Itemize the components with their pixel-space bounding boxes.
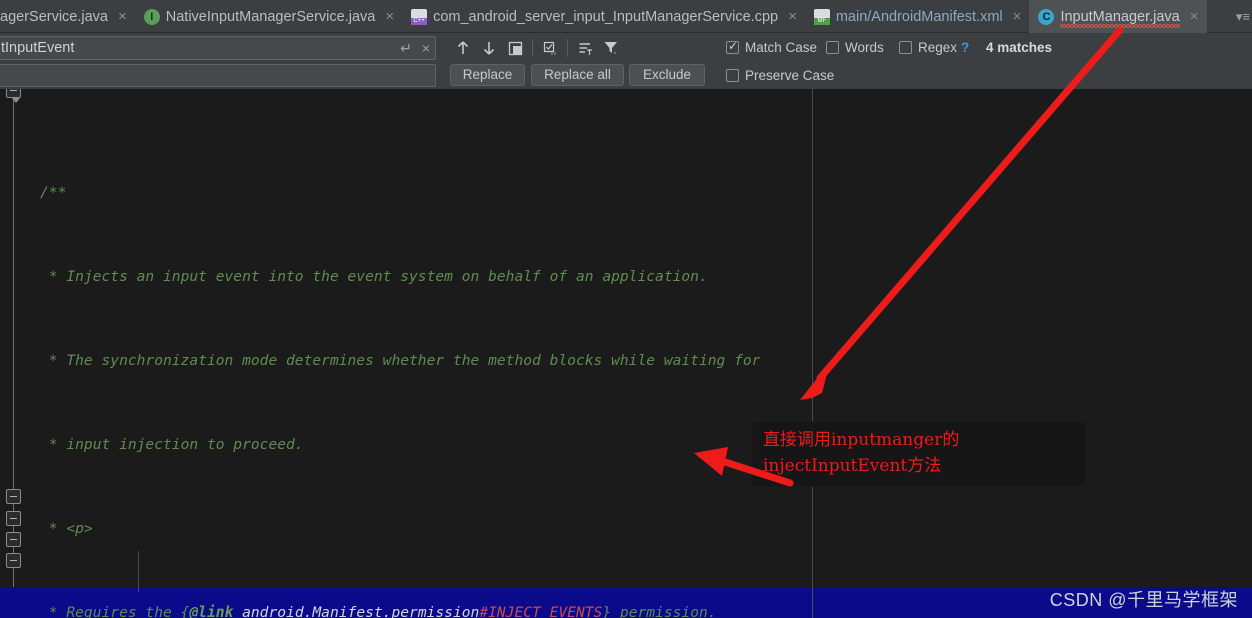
- replace-button[interactable]: Replace: [450, 64, 525, 86]
- code-editor[interactable]: /** * Injects an input event into the ev…: [0, 89, 1252, 618]
- ide-window: agerService.java × NativeInputManagerSer…: [0, 0, 1252, 618]
- tab-nativeinputmanagerservice-java[interactable]: NativeInputManagerService.java ×: [135, 0, 402, 33]
- clear-search-icon[interactable]: ×: [417, 41, 435, 55]
- filter-selection-icon[interactable]: [537, 37, 563, 59]
- tab-label: main/AndroidManifest.xml: [835, 8, 1003, 25]
- java-interface-icon: [143, 8, 160, 25]
- code-line: /**: [30, 182, 1252, 203]
- comment-star: *: [40, 352, 67, 369]
- html-tag: <p>: [66, 520, 93, 537]
- match-count-label: 4 matches: [986, 40, 1053, 55]
- find-row: ↵ ×: [0, 36, 1252, 60]
- tab-label: agerService.java: [0, 8, 108, 25]
- indent-guide: [138, 551, 139, 592]
- tab-androidmanifest-xml[interactable]: main/AndroidManifest.xml ×: [805, 0, 1030, 33]
- comment-open: /**: [40, 184, 67, 201]
- match-case-label: Match Case: [745, 40, 818, 55]
- regex-option[interactable]: Regex: [899, 40, 957, 55]
- search-field-wrapper[interactable]: ↵ ×: [0, 36, 436, 60]
- close-icon[interactable]: ×: [118, 9, 127, 24]
- code-line: * The synchronization mode determines wh…: [30, 350, 1252, 371]
- annotation-callout-box: 直接调用inputmanger的 injectInputEvent方法: [752, 421, 1086, 487]
- find-navigation-icons: [450, 37, 624, 59]
- words-option[interactable]: Words: [826, 40, 884, 55]
- close-icon[interactable]: ×: [788, 9, 797, 24]
- tab-inputmanager-java[interactable]: InputManager.java ×: [1029, 0, 1207, 33]
- fold-marker[interactable]: [6, 553, 21, 568]
- javadoc-link-ref: #INJECT_EVENTS: [479, 604, 603, 618]
- find-next-icon[interactable]: [476, 37, 502, 59]
- comment-text: } permission.: [602, 604, 717, 618]
- preserve-case-label: Preserve Case: [745, 68, 835, 83]
- find-previous-icon[interactable]: [450, 37, 476, 59]
- fold-marker[interactable]: [6, 511, 21, 526]
- match-case-checkbox[interactable]: [726, 39, 739, 54]
- comment-star: *: [40, 520, 67, 537]
- tab-list-overflow-icon[interactable]: ▾≡: [1236, 9, 1250, 25]
- replace-row: Replace Replace all Exclude Preserve Cas…: [0, 64, 1252, 87]
- replace-input[interactable]: [0, 65, 435, 86]
- comment-text: Requires the {: [66, 604, 190, 618]
- java-class-icon: [1038, 8, 1055, 25]
- javadoc-link-tag: @link: [189, 604, 234, 618]
- annotation-line-1: 直接调用inputmanger的: [763, 430, 960, 450]
- code-line: * Injects an input event into the event …: [30, 266, 1252, 287]
- code-content[interactable]: /** * Injects an input event into the ev…: [30, 89, 1252, 618]
- toolbar-separator: [567, 39, 568, 57]
- preserve-case-checkbox[interactable]: [726, 69, 739, 82]
- tab-inputmanagerservice-cpp[interactable]: com_android_server_input_InputManagerSer…: [402, 0, 805, 33]
- comment-star: *: [40, 604, 67, 618]
- search-in-comments-icon[interactable]: [572, 37, 598, 59]
- comment-text: input injection to proceed.: [66, 436, 304, 453]
- code-line: * <p>: [30, 518, 1252, 539]
- manifest-file-icon: [813, 8, 830, 25]
- annotation-line-2: injectInputEvent方法: [763, 456, 942, 476]
- fold-marker[interactable]: [6, 489, 21, 504]
- csdn-watermark: CSDN @千里马学框架: [1049, 590, 1238, 610]
- find-replace-toolbar: ↵ ×: [0, 33, 1252, 89]
- comment-star: *: [40, 436, 67, 453]
- close-icon[interactable]: ×: [1190, 9, 1199, 24]
- comment-star: *: [40, 268, 67, 285]
- close-icon[interactable]: ×: [385, 9, 394, 24]
- editor-tab-bar: agerService.java × NativeInputManagerSer…: [0, 0, 1252, 33]
- preserve-case-option[interactable]: Preserve Case: [726, 68, 834, 83]
- select-all-occurrences-icon[interactable]: [502, 37, 528, 59]
- words-checkbox[interactable]: [826, 41, 839, 54]
- search-input[interactable]: [0, 40, 396, 56]
- replace-all-button[interactable]: Replace all: [531, 64, 624, 86]
- replace-field-wrapper[interactable]: [0, 64, 436, 87]
- regex-checkbox[interactable]: [899, 41, 912, 54]
- error-squiggle: [1060, 23, 1180, 28]
- tab-label: com_android_server_input_InputManagerSer…: [433, 8, 779, 25]
- toolbar-separator: [532, 39, 533, 57]
- javadoc-link-path: android.Manifest.permission: [233, 604, 480, 618]
- regex-label: Regex: [918, 40, 958, 55]
- close-icon[interactable]: ×: [1013, 9, 1022, 24]
- match-case-option[interactable]: Match Case: [726, 39, 818, 55]
- tab-agerservice-java[interactable]: agerService.java ×: [0, 0, 135, 33]
- filter-funnel-icon[interactable]: [598, 37, 624, 59]
- fold-marker[interactable]: [6, 532, 21, 547]
- words-label: Words: [845, 40, 884, 55]
- regex-help-icon[interactable]: ?: [961, 40, 969, 55]
- cpp-file-icon: [411, 8, 428, 25]
- multiline-toggle-icon[interactable]: ↵: [395, 41, 417, 55]
- tab-label: InputManager.java: [1060, 9, 1180, 28]
- fold-marker[interactable]: [6, 89, 21, 103]
- editor-fold-gutter: [0, 89, 30, 618]
- comment-text: The synchronization mode determines whet…: [66, 352, 761, 369]
- tab-label: NativeInputManagerService.java: [165, 8, 376, 25]
- exclude-button[interactable]: Exclude: [629, 64, 705, 86]
- comment-text: Injects an input event into the event sy…: [66, 268, 708, 285]
